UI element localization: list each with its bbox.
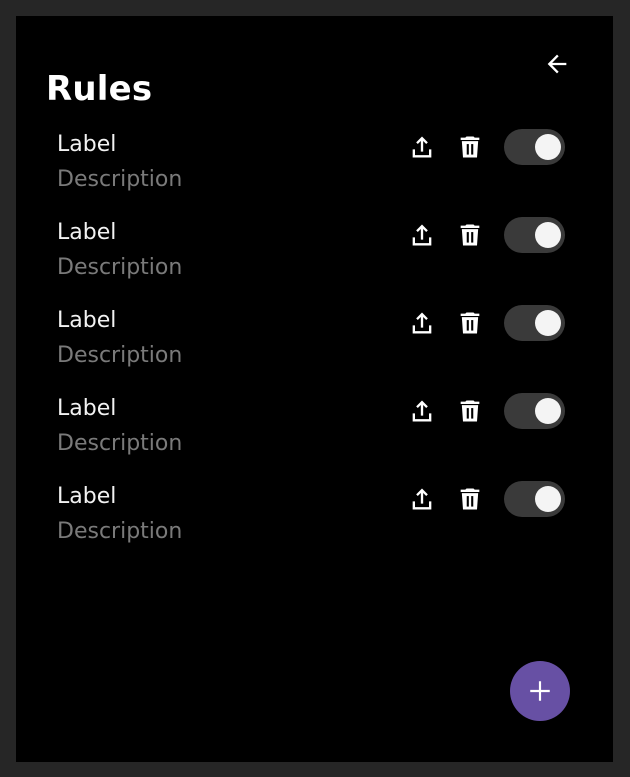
rules-screen: Rules Label Description Label Description La… — [16, 16, 613, 762]
rule-row[interactable]: Label Description — [16, 304, 613, 392]
upload-icon — [412, 400, 432, 422]
page-title: Rules — [46, 69, 153, 109]
rule-description: Description — [57, 343, 183, 368]
delete-button[interactable] — [455, 220, 485, 250]
upload-icon — [412, 224, 432, 246]
rule-toggle[interactable] — [504, 305, 565, 341]
trash-icon — [460, 400, 480, 422]
trash-icon — [460, 136, 480, 158]
toggle-knob — [535, 222, 561, 248]
rule-toggle[interactable] — [504, 129, 565, 165]
rule-label: Label — [57, 132, 117, 157]
arrow-left-icon — [547, 54, 567, 74]
delete-button[interactable] — [455, 132, 485, 162]
rule-toggle[interactable] — [504, 393, 565, 429]
rule-description: Description — [57, 167, 183, 192]
upload-icon — [412, 136, 432, 158]
toggle-knob — [535, 134, 561, 160]
rule-toggle[interactable] — [504, 217, 565, 253]
trash-icon — [460, 224, 480, 246]
rule-row[interactable]: Label Description — [16, 392, 613, 480]
delete-button[interactable] — [455, 484, 485, 514]
plus-icon — [530, 681, 550, 701]
rules-list: Label Description Label Description Label Des… — [16, 128, 613, 568]
delete-button[interactable] — [455, 396, 485, 426]
upload-button[interactable] — [407, 396, 437, 426]
rule-description: Description — [57, 519, 183, 544]
trash-icon — [460, 488, 480, 510]
upload-button[interactable] — [407, 132, 437, 162]
add-rule-button[interactable] — [510, 661, 570, 721]
upload-button[interactable] — [407, 220, 437, 250]
rule-label: Label — [57, 396, 117, 421]
delete-button[interactable] — [455, 308, 485, 338]
toggle-knob — [535, 486, 561, 512]
rule-label: Label — [57, 484, 117, 509]
back-button[interactable] — [542, 49, 572, 79]
upload-button[interactable] — [407, 484, 437, 514]
rule-row[interactable]: Label Description — [16, 216, 613, 304]
rule-toggle[interactable] — [504, 481, 565, 517]
trash-icon — [460, 312, 480, 334]
rule-row[interactable]: Label Description — [16, 480, 613, 568]
upload-icon — [412, 312, 432, 334]
rule-description: Description — [57, 431, 183, 456]
rule-row[interactable]: Label Description — [16, 128, 613, 216]
rule-label: Label — [57, 220, 117, 245]
rule-label: Label — [57, 308, 117, 333]
toggle-knob — [535, 398, 561, 424]
rule-description: Description — [57, 255, 183, 280]
upload-button[interactable] — [407, 308, 437, 338]
toggle-knob — [535, 310, 561, 336]
upload-icon — [412, 488, 432, 510]
